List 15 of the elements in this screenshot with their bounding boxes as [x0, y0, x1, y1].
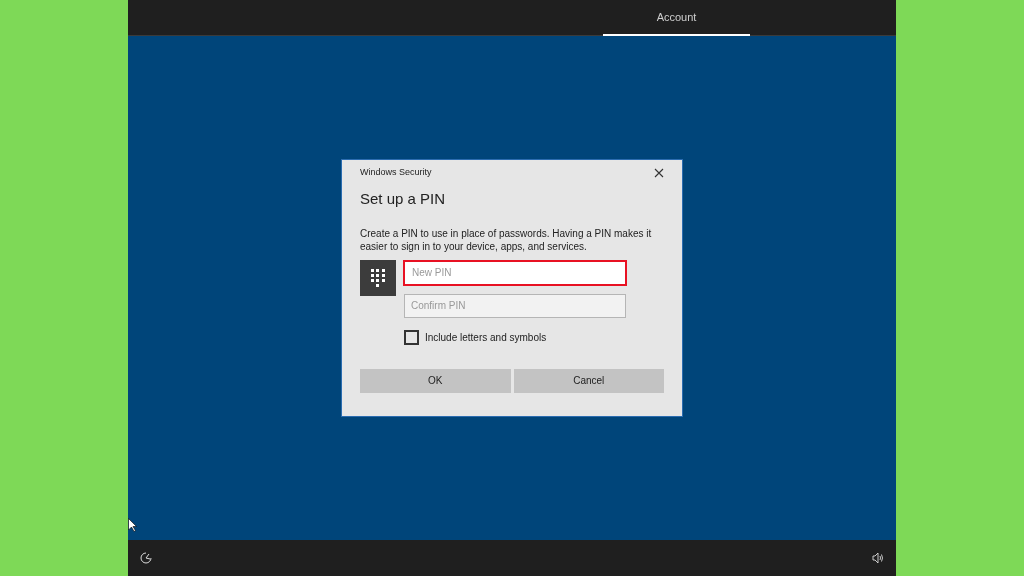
- dialog-heading: Set up a PIN: [360, 189, 447, 209]
- ease-of-access-icon[interactable]: [140, 552, 152, 564]
- dialog-button[interactable]: OK: [360, 368, 511, 393]
- tab[interactable]: Account: [603, 0, 750, 36]
- pin-field[interactable]: New PIN: [403, 259, 627, 286]
- checkbox-label: Include letters and symbols: [425, 330, 547, 345]
- close-icon[interactable]: [654, 168, 664, 178]
- pin-field[interactable]: Confirm PIN: [404, 293, 626, 318]
- window-title: Windows Security: [360, 166, 432, 180]
- volume-icon[interactable]: [872, 552, 884, 564]
- mouse-pointer-icon: [128, 518, 137, 532]
- keypad-icon: [360, 259, 396, 296]
- checkbox[interactable]: [404, 329, 419, 345]
- description-text: Create a PIN to use in place of passwords. Having a PIN makes it easier to sign in to your device, apps, and services.: [360, 226, 653, 253]
- dialog-button[interactable]: Cancel: [513, 368, 664, 393]
